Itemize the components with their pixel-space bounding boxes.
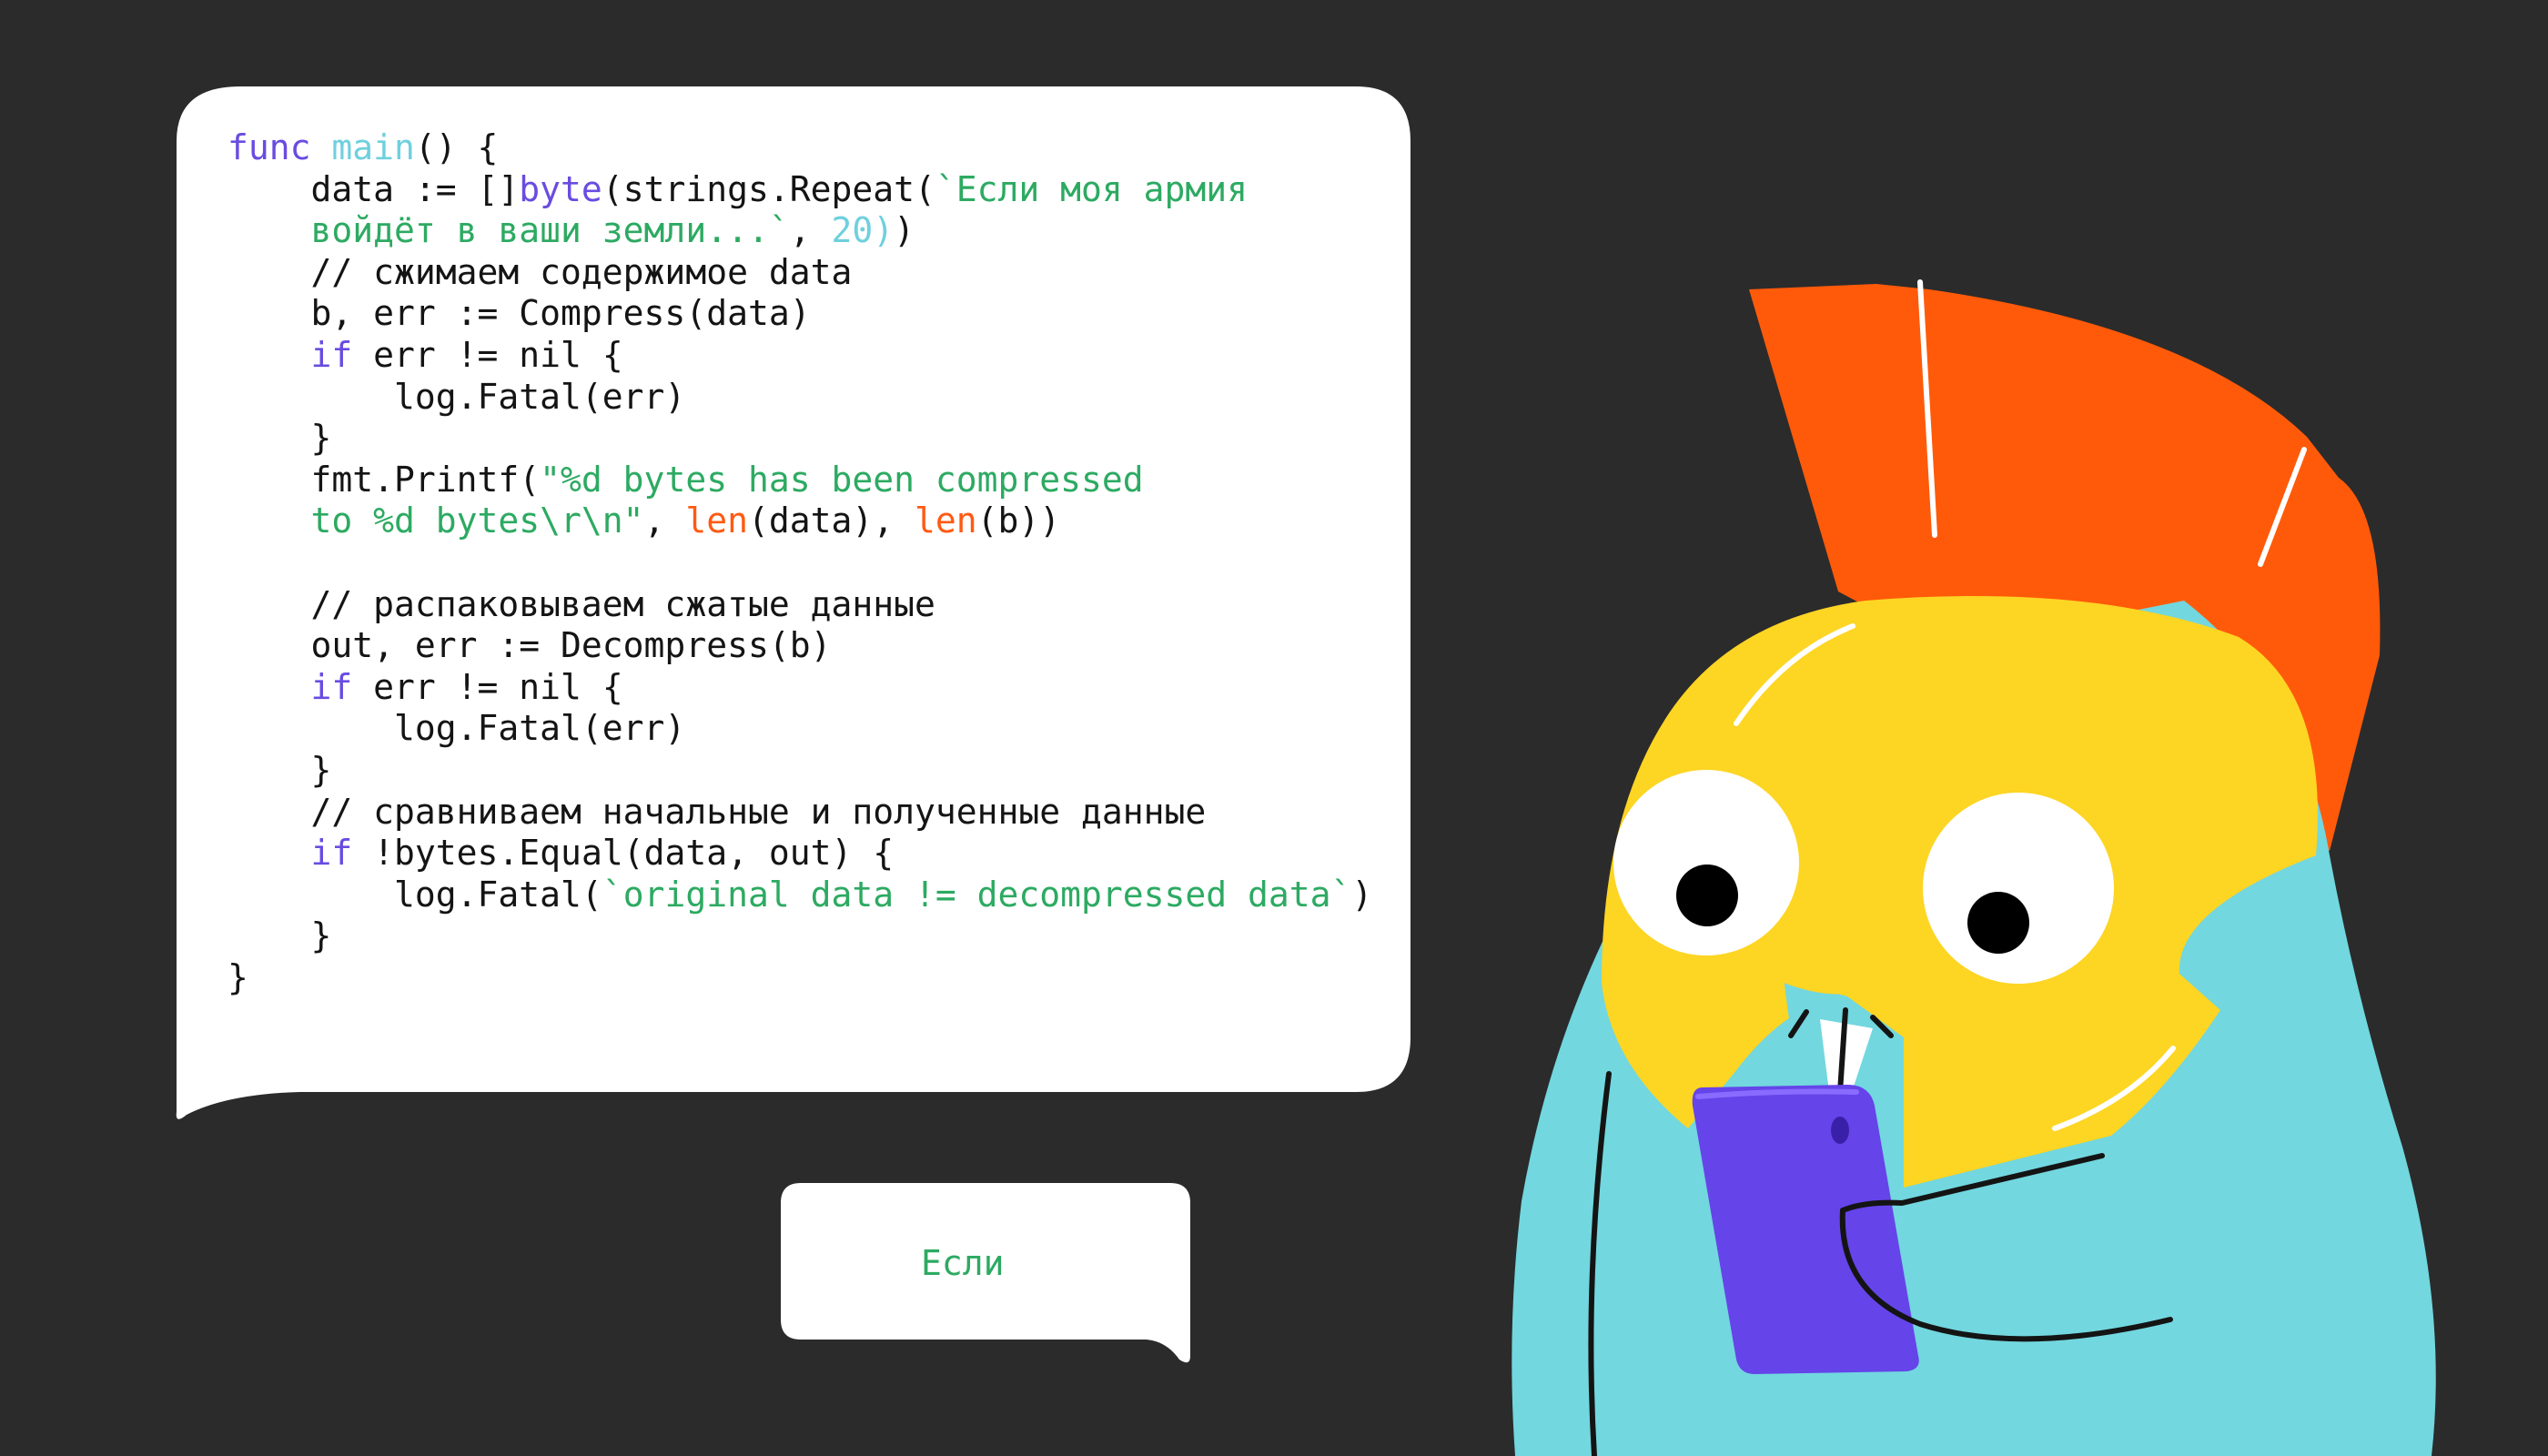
right-eye (1923, 793, 2114, 984)
gopher-spartan-helmet-icon (1512, 279, 2436, 1456)
left-eye (1613, 770, 1799, 956)
